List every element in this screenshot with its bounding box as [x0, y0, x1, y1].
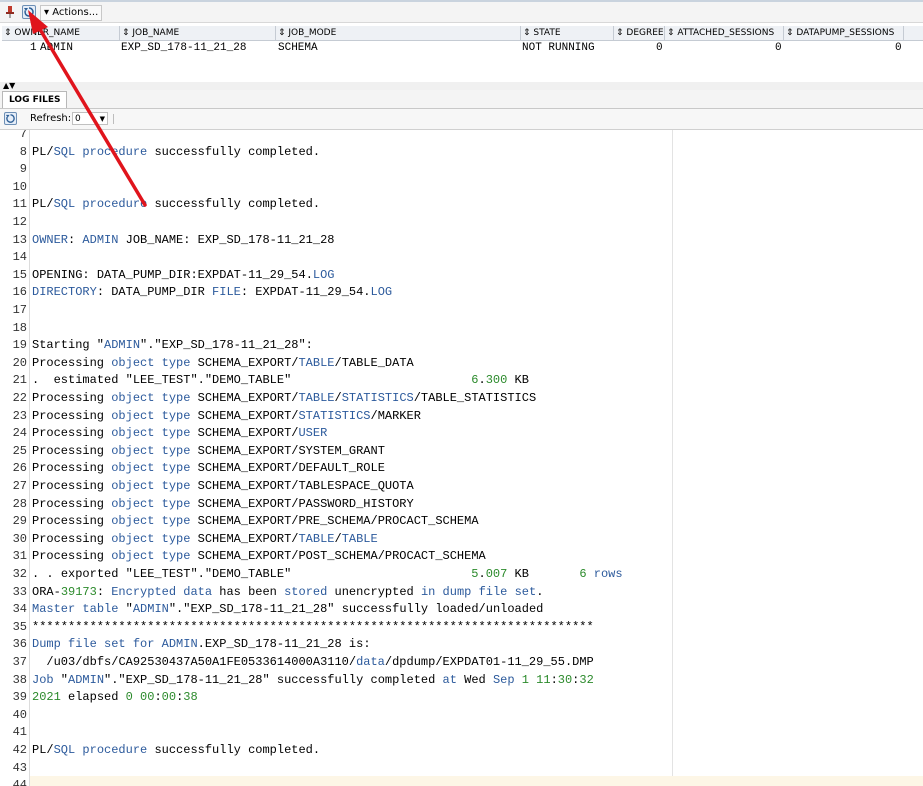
annotation-arrow-icon: [28, 10, 147, 207]
